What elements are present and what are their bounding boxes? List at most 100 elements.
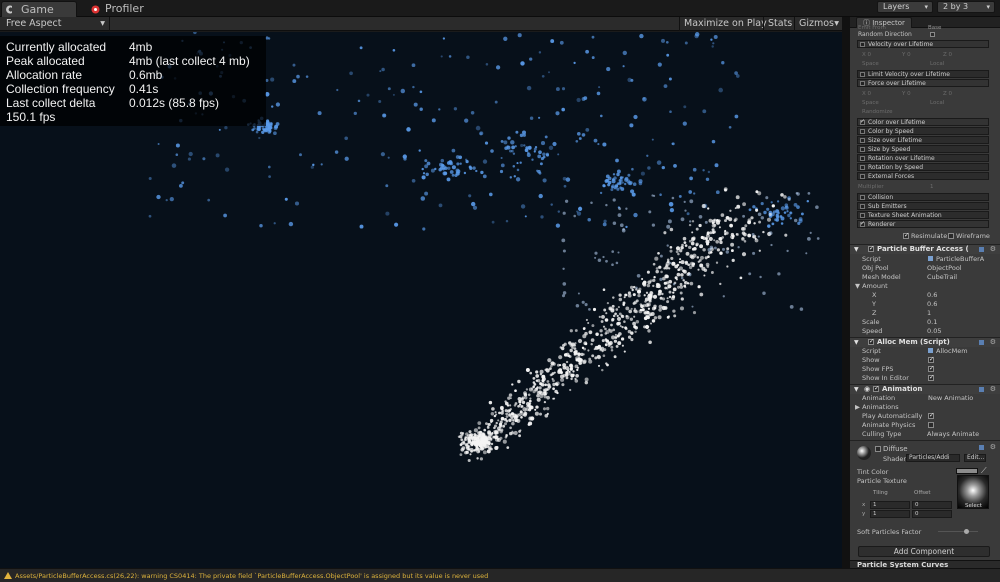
particle (611, 307, 615, 311)
random-direction-checkbox[interactable] (930, 32, 935, 37)
particle-buffer-component-header[interactable]: ▼ Particle Buffer Access ( ⚙ (850, 244, 1000, 254)
particle (715, 190, 720, 195)
module-checkbox[interactable] (860, 81, 865, 86)
amount-y-field[interactable]: 0.6 (927, 300, 937, 308)
module-checkbox[interactable] (860, 72, 865, 77)
texture-select-button[interactable]: Select (965, 503, 982, 509)
help-icon[interactable] (979, 340, 984, 345)
soft-particles-slider[interactable] (938, 531, 978, 532)
particle (719, 282, 722, 286)
particle-system-curves-header[interactable]: Particle System Curves (850, 560, 1000, 568)
particle (461, 446, 466, 451)
particle (776, 210, 780, 214)
slider-thumb[interactable] (964, 529, 969, 534)
module-color-by-speed[interactable]: Color by Speed (857, 127, 989, 135)
mesh-model-field[interactable]: CubeTrail (927, 273, 957, 281)
animation-component-header[interactable]: ▼ ◉ Animation ⚙ (850, 384, 1000, 394)
gear-icon[interactable]: ⚙ (990, 385, 996, 394)
tint-color-swatch[interactable] (956, 468, 978, 474)
material-checkbox[interactable] (875, 446, 881, 452)
module-size-by-speed[interactable]: Size by Speed (857, 145, 989, 153)
module-checkbox[interactable] (860, 147, 865, 152)
amount-x-field[interactable]: 0.6 (927, 291, 937, 299)
show-fps-checkbox[interactable] (928, 364, 934, 372)
alloc-mem-component-header[interactable]: ▼ Alloc Mem (Script) ⚙ (850, 337, 1000, 347)
offset-y-field[interactable]: 0 (912, 510, 952, 518)
particle (421, 175, 426, 180)
wireframe-checkbox[interactable] (948, 233, 954, 239)
tab-profiler[interactable]: Profiler (86, 1, 152, 17)
module-size[interactable]: Size over Lifetime (857, 136, 989, 144)
module-force[interactable]: Force over Lifetime (857, 79, 989, 87)
particle (665, 274, 669, 279)
gear-icon[interactable]: ⚙ (990, 338, 996, 347)
offset-x-field[interactable]: 0 (912, 501, 952, 509)
help-icon[interactable] (979, 387, 984, 392)
script-field[interactable]: ParticleBufferA (936, 255, 984, 263)
aspect-dropdown[interactable]: Free Aspect ▾ (2, 17, 110, 31)
module-sub-emitters[interactable]: Sub Emitters (857, 202, 989, 210)
script-icon (928, 256, 933, 261)
particle (588, 357, 592, 361)
console-status-bar[interactable]: Assets/ParticleBufferAccess.cs(26,22): w… (0, 568, 1000, 582)
maximize-on-play-toggle[interactable]: Maximize on Play (679, 17, 771, 31)
script-field[interactable]: AllocMem (936, 347, 968, 355)
help-icon[interactable] (979, 445, 984, 450)
module-checkbox[interactable] (860, 220, 865, 227)
module-rotation-by-speed[interactable]: Rotation by Speed (857, 163, 989, 171)
module-renderer[interactable]: Renderer (857, 220, 989, 228)
module-checkbox[interactable] (860, 213, 865, 218)
gear-icon[interactable]: ⚙ (990, 245, 996, 254)
module-collision[interactable]: Collision (857, 193, 989, 201)
edit-shader-button[interactable]: Edit... (964, 454, 986, 462)
particle (702, 248, 706, 252)
game-viewport[interactable]: Currently allocated 4mb Peak allocated 4mb… (0, 32, 842, 568)
help-icon[interactable] (979, 247, 984, 252)
tab-game[interactable]: Game (1, 1, 77, 17)
module-checkbox[interactable] (860, 138, 865, 143)
amount-z-field[interactable]: 1 (927, 309, 931, 317)
scale-field[interactable]: 0.1 (927, 318, 937, 326)
module-color[interactable]: Color over Lifetime (857, 118, 989, 126)
panel-splitter[interactable] (842, 17, 850, 568)
stats-toggle[interactable]: Stats (763, 17, 796, 31)
resimulate-checkbox[interactable] (903, 231, 909, 239)
particle (538, 116, 541, 119)
module-checkbox[interactable] (860, 129, 865, 134)
shader-dropdown[interactable]: Particles/Addi (906, 454, 960, 462)
module-limit-velocity[interactable]: Limit Velocity over Lifetime (857, 70, 989, 78)
component-enabled-checkbox[interactable] (868, 244, 874, 253)
particle (663, 84, 668, 88)
module-rotation[interactable]: Rotation over Lifetime (857, 154, 989, 162)
gear-icon[interactable]: ⚙ (990, 443, 996, 451)
module-checkbox[interactable] (860, 42, 865, 47)
component-enabled-checkbox[interactable] (873, 384, 879, 393)
show-in-editor-checkbox[interactable] (928, 373, 934, 381)
amount-foldout[interactable]: ▼ Amount (855, 282, 888, 290)
add-component-button[interactable]: Add Component (858, 546, 990, 557)
module-texture-sheet[interactable]: Texture Sheet Animation (857, 211, 989, 219)
module-checkbox[interactable] (860, 204, 865, 209)
module-velocity[interactable]: Velocity over Lifetime (857, 40, 989, 48)
module-checkbox[interactable] (860, 195, 865, 200)
show-checkbox[interactable] (928, 355, 934, 363)
culling-type-dropdown[interactable]: Always Animate (927, 430, 979, 438)
module-checkbox[interactable] (860, 165, 865, 170)
module-checkbox[interactable] (860, 156, 865, 161)
speed-field[interactable]: 0.05 (927, 327, 941, 335)
play-automatically-checkbox[interactable] (928, 411, 934, 419)
module-checkbox[interactable] (860, 118, 865, 125)
layers-dropdown[interactable]: Layers ▾ (877, 1, 933, 13)
tiling-y-field[interactable]: 1 (870, 510, 910, 518)
module-checkbox[interactable] (860, 174, 865, 179)
tiling-x-field[interactable]: 1 (870, 501, 910, 509)
gizmos-dropdown[interactable]: Gizmos ▾ (794, 17, 842, 31)
animations-foldout[interactable]: ▶ Animations (855, 403, 899, 411)
layout-dropdown[interactable]: 2 by 3 ▾ (937, 1, 995, 13)
animation-clip-field[interactable]: New Animatio (928, 394, 973, 402)
obj-pool-field[interactable]: ObjectPool (927, 264, 962, 272)
animate-physics-checkbox[interactable] (928, 422, 934, 428)
module-external-forces[interactable]: External Forces (857, 172, 989, 180)
particle (604, 338, 608, 341)
component-enabled-checkbox[interactable] (868, 337, 874, 346)
